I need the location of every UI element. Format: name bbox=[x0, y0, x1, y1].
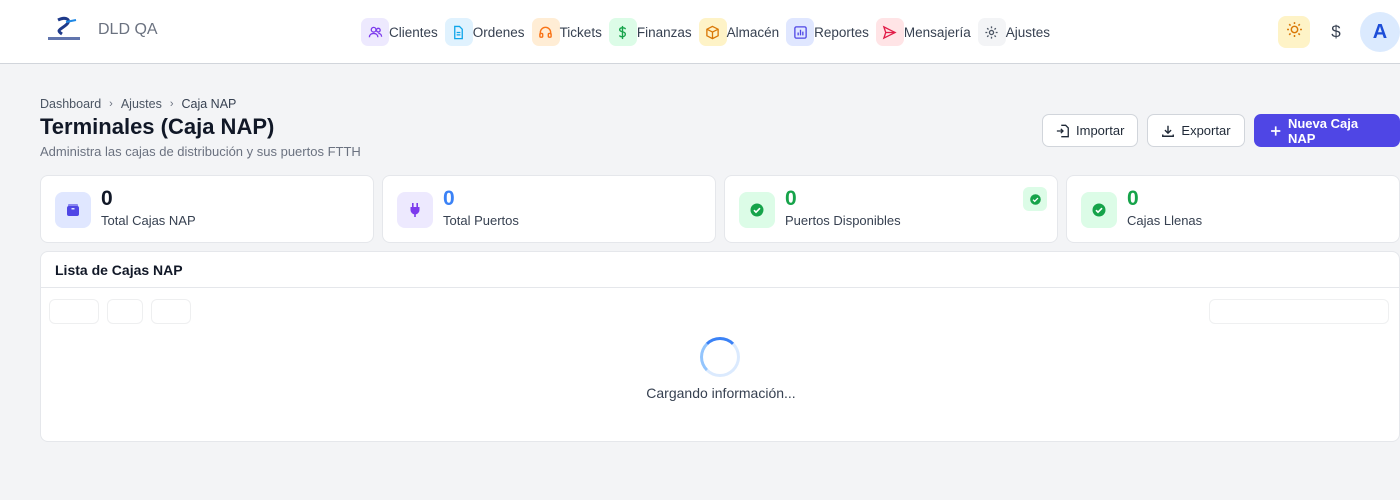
download-icon bbox=[1162, 125, 1175, 137]
nav-item-reportes[interactable]: Reportes bbox=[786, 18, 869, 46]
stat-card-cajas-llenas: 0 Cajas Llenas bbox=[1066, 175, 1400, 243]
table-area: Cargando información... bbox=[41, 288, 1399, 441]
import-button[interactable]: Importar bbox=[1042, 114, 1139, 147]
chart-icon bbox=[786, 18, 815, 46]
main-nav: Clientes Ordenes Tickets Finanzas Almacé… bbox=[361, 18, 1057, 46]
stat-label: Total Puertos bbox=[443, 213, 519, 228]
page-subtitle: Administra las cajas de distribución y s… bbox=[40, 144, 361, 159]
nav-item-almacen[interactable]: Almacén bbox=[698, 18, 780, 46]
stat-value: 0 bbox=[101, 187, 113, 210]
breadcrumb-dashboard[interactable]: Dashboard bbox=[40, 97, 101, 111]
brand-logo[interactable] bbox=[46, 16, 82, 44]
loading-spinner bbox=[700, 337, 740, 377]
stat-card-total-cajas: 0 Total Cajas NAP bbox=[40, 175, 374, 243]
box-icon bbox=[55, 192, 91, 228]
chevron-right-icon: › bbox=[169, 98, 174, 110]
plug-icon bbox=[397, 192, 433, 228]
top-right-controls: $ A bbox=[1278, 12, 1400, 52]
export-label: Exportar bbox=[1181, 123, 1231, 138]
theme-toggle-button[interactable] bbox=[1278, 16, 1310, 48]
nav-label: Almacén bbox=[726, 24, 780, 40]
nav-item-tickets[interactable]: Tickets bbox=[531, 18, 602, 46]
stat-label: Puertos Disponibles bbox=[785, 213, 901, 228]
nav-label: Clientes bbox=[389, 24, 438, 40]
columns-menu bbox=[151, 299, 191, 324]
nav-item-ordenes[interactable]: Ordenes bbox=[444, 18, 525, 46]
chevron-right-icon: › bbox=[109, 98, 113, 110]
panel-title: Lista de Cajas NAP bbox=[41, 252, 1399, 288]
stat-label: Total Cajas NAP bbox=[101, 213, 196, 228]
export-menu bbox=[107, 299, 143, 324]
table-toolbar bbox=[49, 299, 199, 324]
check-circle-icon bbox=[739, 192, 775, 228]
nav-item-mensajeria[interactable]: Mensajería bbox=[875, 18, 971, 46]
caja-nap-list-panel: Lista de Cajas NAP Cargando información.… bbox=[40, 251, 1400, 442]
users-icon bbox=[361, 18, 389, 46]
stat-card-puertos-disponibles: 0 Puertos Disponibles bbox=[724, 175, 1058, 243]
nav-label: Finanzas bbox=[636, 24, 692, 40]
breadcrumb-current: Caja NAP bbox=[181, 97, 237, 111]
nav-item-ajustes[interactable]: Ajustes bbox=[977, 18, 1050, 46]
stats-row: 0 Total Cajas NAP 0 Total Puertos 0 Puer… bbox=[40, 175, 1400, 243]
nav-label: Tickets bbox=[559, 24, 602, 40]
document-icon bbox=[444, 18, 473, 46]
breadcrumb: Dashboard › Ajustes › Caja NAP bbox=[40, 97, 236, 111]
loading-text: Cargando información... bbox=[646, 385, 796, 401]
box-icon bbox=[698, 18, 727, 46]
top-navbar: DLD QA Clientes Ordenes Tickets Finanzas bbox=[0, 0, 1400, 64]
currency-button[interactable]: $ bbox=[1320, 16, 1352, 48]
check-circle-icon bbox=[1081, 192, 1117, 228]
stat-value: 0 bbox=[1127, 187, 1139, 210]
nav-item-finanzas[interactable]: Finanzas bbox=[608, 18, 692, 46]
plus-icon bbox=[1270, 125, 1280, 136]
stat-label: Cajas Llenas bbox=[1127, 213, 1203, 228]
new-caja-nap-label: Nueva Caja NAP bbox=[1287, 115, 1359, 146]
nav-label: Ordenes bbox=[472, 24, 525, 40]
nav-label: Ajustes bbox=[1005, 24, 1050, 40]
nav-item-clientes[interactable]: Clientes bbox=[361, 18, 438, 46]
stat-value: 0 bbox=[785, 187, 797, 210]
check-circle-icon bbox=[1023, 187, 1047, 211]
import-label: Importar bbox=[1076, 123, 1125, 138]
export-button[interactable]: Exportar bbox=[1147, 114, 1245, 147]
new-caja-nap-button[interactable]: Nueva Caja NAP bbox=[1253, 114, 1400, 147]
page-actions: Importar Exportar Nueva Caja NAP bbox=[1042, 114, 1400, 147]
nav-label: Reportes bbox=[814, 24, 869, 40]
stat-card-total-puertos: 0 Total Puertos bbox=[382, 175, 716, 243]
breadcrumb-ajustes[interactable]: Ajustes bbox=[121, 97, 162, 111]
sun-icon bbox=[1286, 21, 1303, 43]
dollar-icon bbox=[608, 18, 637, 46]
nav-label: Mensajería bbox=[903, 24, 971, 40]
avatar[interactable]: A bbox=[1360, 12, 1400, 52]
stat-value: 0 bbox=[443, 187, 455, 210]
brand-name: DLD QA bbox=[98, 21, 158, 38]
import-icon bbox=[1056, 124, 1069, 137]
page-size-select bbox=[49, 299, 99, 324]
page-title: Terminales (Caja NAP) bbox=[40, 114, 275, 139]
table-search-input bbox=[1209, 299, 1389, 324]
headset-icon bbox=[531, 18, 560, 46]
gear-icon bbox=[977, 18, 1006, 46]
send-icon bbox=[875, 18, 904, 46]
